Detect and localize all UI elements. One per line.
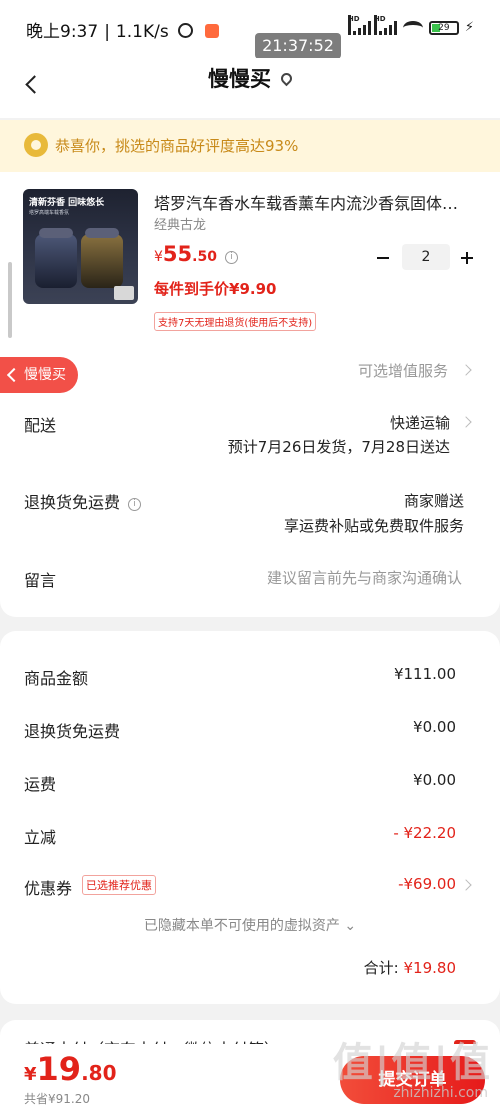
goods-amount-value: ¥111.00 xyxy=(393,665,456,683)
hidden-assets-toggle[interactable]: 已隐藏本单不可使用的虚拟资产 ⌄ xyxy=(0,915,500,935)
return-shipping-label-text: 退换货免运费 xyxy=(24,493,121,512)
rating-banner-text: 恭喜你，挑选的商品好评度高达93% xyxy=(55,137,299,155)
jar-blue-image xyxy=(35,228,77,288)
price-currency: ¥ xyxy=(154,249,163,265)
signal-hd-label: HD xyxy=(347,14,360,35)
return-info-icon[interactable]: i xyxy=(128,498,142,511)
remark-label: 留言 xyxy=(24,571,57,590)
product-image-sub: 塔罗高端车载香氛 xyxy=(29,210,70,216)
saved-amount: 共省¥91.20 xyxy=(24,1092,90,1106)
service-value[interactable]: 可选增值服务 xyxy=(358,360,448,381)
page-title: 慢慢买 xyxy=(0,63,500,93)
bottom-total-price: ¥19.80 xyxy=(24,1050,117,1088)
watermark-url: zhizhizhi.com xyxy=(393,1085,488,1101)
scrollbar-thumb[interactable] xyxy=(8,262,12,338)
wifi-icon xyxy=(402,20,423,35)
charging-icon: ⚡ xyxy=(464,20,474,35)
chevron-down-icon: ⌄ xyxy=(339,918,357,934)
service-chevron-icon[interactable] xyxy=(460,364,472,376)
total-value: ¥19.80 xyxy=(403,959,457,977)
location-icon[interactable] xyxy=(278,70,295,87)
time-overlay: 21:37:52 xyxy=(255,33,341,59)
bottom-price-decimal: .80 xyxy=(81,1061,117,1085)
status-speed: 1.1K/s xyxy=(115,22,169,42)
coupon-value[interactable]: -¥69.00 xyxy=(398,875,456,893)
delivery-method[interactable]: 快递运输 xyxy=(390,412,450,433)
return-policy-tag: 支持7天无理由退货(使用后不支持) xyxy=(154,312,317,331)
quantity-minus-button[interactable] xyxy=(374,246,392,270)
remark-input[interactable]: 建议留言前先与商家沟通确认 xyxy=(267,567,462,588)
hidden-assets-text: 已隐藏本单不可使用的虚拟资产 xyxy=(143,918,340,934)
quantity-plus-button[interactable] xyxy=(458,246,476,270)
coupon-chevron-icon[interactable] xyxy=(460,879,472,891)
image-tag xyxy=(114,286,134,300)
rating-banner: 恭喜你，挑选的商品好评度高达93% xyxy=(0,120,500,172)
delivery-label: 配送 xyxy=(24,416,57,435)
goods-amount-label: 商品金额 xyxy=(24,669,89,688)
total-line: 合计: ¥19.80 xyxy=(364,957,456,978)
order-card: 清新芬香 回味悠长 塔罗高端车载香氛 塔罗汽车香水车载香薰车内流沙香氛固体… 经… xyxy=(0,172,500,617)
delivery-eta: 预计7月26日发货，7月28日送达 xyxy=(227,438,450,456)
signal-icon-2: HD xyxy=(373,14,397,35)
nav-bar: 慢慢买 xyxy=(0,58,500,118)
price-summary-card: 商品金额 ¥111.00 退换货免运费 ¥0.00 运费 ¥0.00 立减 - … xyxy=(0,631,500,1004)
battery-icon: 29 xyxy=(428,20,459,35)
status-bar: 晚上9:37 | 1.1K/s HD HD 29 ⚡ xyxy=(0,0,500,58)
delivery-chevron-icon[interactable] xyxy=(460,416,472,428)
status-separator: | xyxy=(104,22,110,42)
return-shipping-detail: 享运费补贴或免费取件服务 xyxy=(283,517,464,535)
battery-level: 29 xyxy=(438,22,450,33)
coupon-tag: 已选推荐优惠 xyxy=(82,875,156,895)
alarm-icon xyxy=(178,23,194,38)
price-decimal: .50 xyxy=(192,249,217,265)
badge-icon xyxy=(24,133,48,157)
status-left: 晚上9:37 | 1.1K/s xyxy=(26,17,219,42)
watermark-logo: 值|值|值 xyxy=(332,1040,492,1086)
app-notification-icon xyxy=(204,24,219,38)
bottom-price-integer: 19 xyxy=(36,1050,82,1088)
price-integer: 55 xyxy=(162,242,193,266)
return-shipping-value: 商家赠送 xyxy=(403,492,464,510)
return-fee-value: ¥0.00 xyxy=(413,718,456,736)
bottom-currency: ¥ xyxy=(24,1064,37,1085)
quantity-input[interactable]: 2 xyxy=(402,244,450,270)
return-fee-label: 退换货免运费 xyxy=(24,722,121,741)
unit-price: 每件到手价¥9.90 xyxy=(154,280,277,298)
coupon-label: 优惠券 xyxy=(24,879,73,898)
page-title-text: 慢慢买 xyxy=(208,67,271,91)
discount-value: - ¥22.20 xyxy=(393,824,456,842)
discount-label: 立减 xyxy=(24,828,57,847)
jar-gold-image xyxy=(81,228,123,288)
status-time: 晚上9:37 xyxy=(26,22,99,42)
status-right: HD HD 29 ⚡ xyxy=(347,14,474,35)
signal-hd-label-2: HD xyxy=(373,14,386,35)
info-icon[interactable]: i xyxy=(224,251,238,264)
product-price: ¥55.50 i xyxy=(154,242,238,266)
float-back-button[interactable]: 慢慢买 xyxy=(0,357,78,393)
product-spec[interactable]: 经典古龙 xyxy=(154,214,206,233)
total-label: 合计: xyxy=(363,959,399,977)
product-title[interactable]: 塔罗汽车香水车载香薰车内流沙香氛固体… xyxy=(154,190,478,214)
shipping-fee-label: 运费 xyxy=(24,775,57,794)
return-shipping-label: 退换货免运费 i xyxy=(24,489,142,513)
signal-icon: HD xyxy=(347,14,371,35)
product-image[interactable]: 清新芬香 回味悠长 塔罗高端车载香氛 xyxy=(23,189,138,304)
product-image-headline: 清新芬香 回味悠长 xyxy=(29,198,105,208)
shipping-fee-value: ¥0.00 xyxy=(413,771,456,789)
